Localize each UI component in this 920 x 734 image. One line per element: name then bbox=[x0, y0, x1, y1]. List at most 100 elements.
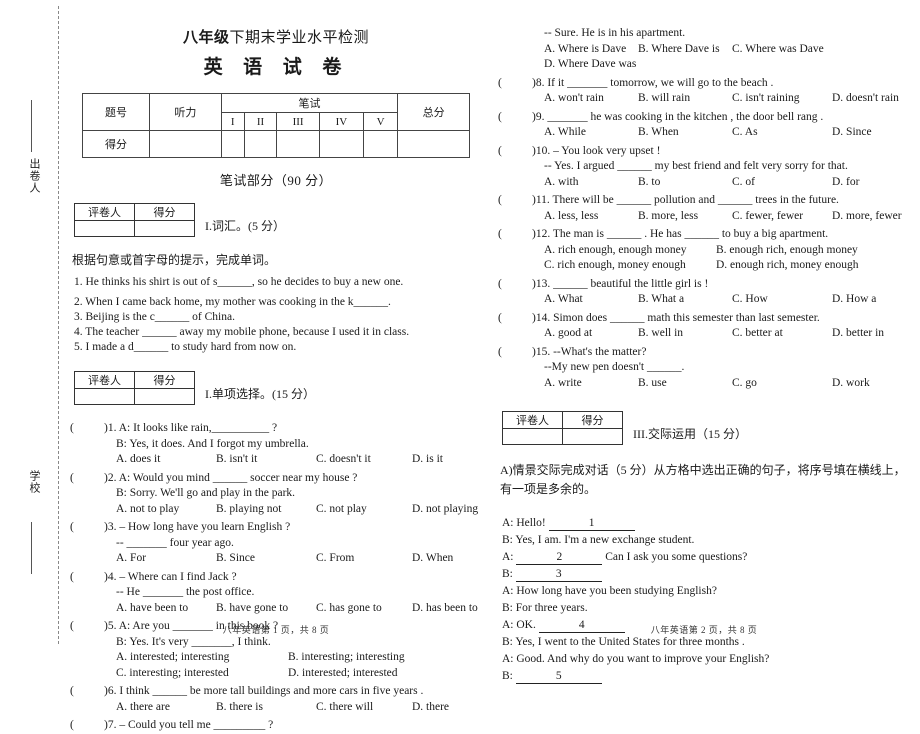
mc-option[interactable]: D. better in bbox=[832, 326, 884, 342]
answer-bracket[interactable]: ( bbox=[498, 76, 532, 92]
mc-option[interactable]: D. work bbox=[832, 376, 870, 392]
mc-option[interactable]: D. How a bbox=[832, 292, 876, 308]
mc-option[interactable]: A. there are bbox=[116, 700, 216, 716]
answer-bracket[interactable]: ( bbox=[498, 193, 532, 209]
mc-option[interactable]: A. interested; interesting bbox=[116, 650, 288, 666]
mc-option[interactable]: D. interested; interested bbox=[288, 666, 398, 682]
written-part-heading: 笔试部分（90 分） bbox=[219, 173, 333, 188]
mc-option[interactable]: A. with bbox=[544, 175, 638, 191]
mc-option[interactable]: D. is it bbox=[412, 452, 443, 468]
dialogue-text: B: bbox=[502, 568, 516, 580]
mc-option[interactable]: A. rich enough, enough money bbox=[544, 243, 716, 259]
answer-bracket[interactable]: ( bbox=[70, 570, 104, 586]
mc-option[interactable]: A. For bbox=[116, 551, 216, 567]
score-cell-total[interactable] bbox=[397, 130, 470, 158]
mc-option[interactable]: B. Since bbox=[216, 551, 316, 567]
mc-option[interactable]: C. From bbox=[316, 551, 412, 567]
mc-option[interactable]: C. fewer, fewer bbox=[732, 209, 832, 225]
mc-option[interactable]: A. does it bbox=[116, 452, 216, 468]
mc-option[interactable]: C. doesn't it bbox=[316, 452, 412, 468]
mc-option[interactable]: D. more, fewer bbox=[832, 209, 902, 225]
answer-bracket[interactable]: ( bbox=[498, 311, 532, 327]
mc-option[interactable]: B. to bbox=[638, 175, 732, 191]
answer-bracket[interactable]: ( bbox=[498, 277, 532, 293]
score-cell-3[interactable] bbox=[276, 130, 320, 158]
mc-option[interactable]: C. not play bbox=[316, 502, 412, 518]
dialogue-text: A: bbox=[502, 551, 517, 563]
mc-option[interactable]: D. Where Dave was bbox=[544, 57, 636, 73]
mc-option[interactable]: B. more, less bbox=[638, 209, 732, 225]
mc-option[interactable]: A. have been to bbox=[116, 601, 216, 617]
answer-bracket[interactable]: ( bbox=[70, 684, 104, 700]
dialogue-answer-blank[interactable]: 1 bbox=[548, 517, 635, 531]
score-input-cell[interactable] bbox=[134, 388, 195, 405]
answer-bracket[interactable]: ( bbox=[498, 110, 532, 126]
mc-option[interactable]: A. write bbox=[544, 376, 638, 392]
mc-question-body: )3. – How long have you learn English ? -… bbox=[104, 520, 482, 567]
mc-option[interactable]: B. interesting; interesting bbox=[288, 650, 405, 666]
mc-option[interactable]: B. isn't it bbox=[216, 452, 316, 468]
mc-option[interactable]: D. not playing bbox=[412, 502, 478, 518]
answer-bracket[interactable]: ( bbox=[70, 520, 104, 536]
mc-option[interactable]: C. there will bbox=[316, 700, 412, 716]
mc-question-body: )15. --What's the matter? --My new pen do… bbox=[532, 345, 910, 392]
mc-option[interactable]: D. enough rich, money enough bbox=[716, 258, 858, 274]
mc-option-row: A. have been to B. have gone to C. has gon… bbox=[104, 601, 482, 617]
marker-input-cell[interactable] bbox=[74, 220, 135, 237]
mc-option[interactable]: C. rich enough, money enough bbox=[544, 258, 716, 274]
answer-bracket[interactable]: ( bbox=[70, 421, 104, 437]
mc-option[interactable]: B. enough rich, enough money bbox=[716, 243, 858, 259]
mc-option[interactable]: D. When bbox=[412, 551, 453, 567]
marker-input-cell[interactable] bbox=[74, 388, 135, 405]
mc-option[interactable]: B. When bbox=[638, 125, 732, 141]
mc-option[interactable]: B. What a bbox=[638, 292, 732, 308]
dialogue-answer-blank[interactable]: 5 bbox=[515, 670, 602, 684]
mc-option[interactable]: A. What bbox=[544, 292, 638, 308]
mc-option[interactable]: C. Where was Dave bbox=[732, 42, 832, 58]
dialogue-answer-blank[interactable]: 3 bbox=[515, 568, 602, 582]
mc-option[interactable]: C. go bbox=[732, 376, 832, 392]
mc-option[interactable]: A. Where is Dave bbox=[544, 42, 638, 58]
mc-option[interactable]: B. use bbox=[638, 376, 732, 392]
mc-option[interactable]: C. isn't raining bbox=[732, 91, 832, 107]
mc-option[interactable]: A. good at bbox=[544, 326, 638, 342]
mc-option[interactable]: C. better at bbox=[732, 326, 832, 342]
marker-input-cell[interactable] bbox=[502, 428, 563, 445]
mc-option[interactable]: C. How bbox=[732, 292, 832, 308]
score-input-cell[interactable] bbox=[134, 220, 195, 237]
mc-option[interactable]: A. not to play bbox=[116, 502, 216, 518]
mc-option[interactable]: D. has been to bbox=[412, 601, 478, 617]
mc-option[interactable]: C. has gone to bbox=[316, 601, 412, 617]
mc-option[interactable]: B. have gone to bbox=[216, 601, 316, 617]
score-cell-4[interactable] bbox=[318, 130, 364, 158]
answer-bracket[interactable]: ( bbox=[498, 144, 532, 160]
mc-option[interactable]: C. interesting; interested bbox=[116, 666, 288, 682]
score-input-cell[interactable] bbox=[562, 428, 623, 445]
mc-option[interactable]: B. there is bbox=[216, 700, 316, 716]
answer-bracket[interactable]: ( bbox=[70, 471, 104, 487]
score-cell-5[interactable] bbox=[362, 130, 399, 158]
mc-option[interactable]: A. won't rain bbox=[544, 91, 638, 107]
mc-option[interactable]: A. While bbox=[544, 125, 638, 141]
mc-option[interactable]: D. there bbox=[412, 700, 449, 716]
mc-option[interactable]: D. Since bbox=[832, 125, 872, 141]
mc-option[interactable]: B. playing not bbox=[216, 502, 316, 518]
answer-bracket[interactable]: ( bbox=[70, 718, 104, 734]
answer-bracket[interactable]: ( bbox=[498, 345, 532, 361]
dialogue-answer-blank[interactable]: 2 bbox=[516, 551, 603, 565]
page-subtitle-rest: 下期末学业水平检测 bbox=[229, 28, 370, 46]
mc-option[interactable]: A. less, less bbox=[544, 209, 638, 225]
answer-bracket[interactable]: ( bbox=[498, 227, 532, 243]
mc-option[interactable]: D. for bbox=[832, 175, 859, 191]
mc-option[interactable]: C. of bbox=[732, 175, 832, 191]
mc-option[interactable]: B. Where Dave is bbox=[638, 42, 732, 58]
mc-option[interactable]: D. doesn't rain bbox=[832, 91, 899, 107]
score-cell-listening[interactable] bbox=[149, 130, 222, 158]
score-cell-2[interactable] bbox=[243, 130, 278, 158]
mc-option[interactable]: C. As bbox=[732, 125, 832, 141]
mc-option-row: A. good at B. well in C. better at D. bette… bbox=[532, 326, 910, 342]
mc-option[interactable]: B. well in bbox=[638, 326, 732, 342]
marker-label: 评卷人 bbox=[74, 203, 135, 221]
score-cell-1[interactable] bbox=[220, 130, 245, 158]
mc-option[interactable]: B. will rain bbox=[638, 91, 732, 107]
